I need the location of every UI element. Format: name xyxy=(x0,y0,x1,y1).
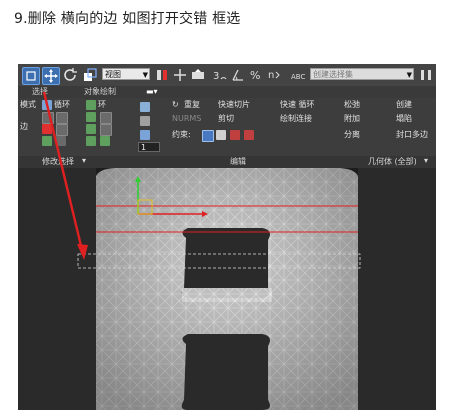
instruction-caption: 9.删除 横向的边 如图打开交错 框选 xyxy=(14,11,241,27)
arrow-head xyxy=(77,244,88,260)
3dsmax-window: 视图 ▼ 3 % n ABC 创建选择集 ▼ 选择 对象绘制 ▬▾ 模式 边 循… xyxy=(18,64,436,410)
arrow-shaft xyxy=(42,91,84,251)
annotation-arrow xyxy=(42,91,88,260)
